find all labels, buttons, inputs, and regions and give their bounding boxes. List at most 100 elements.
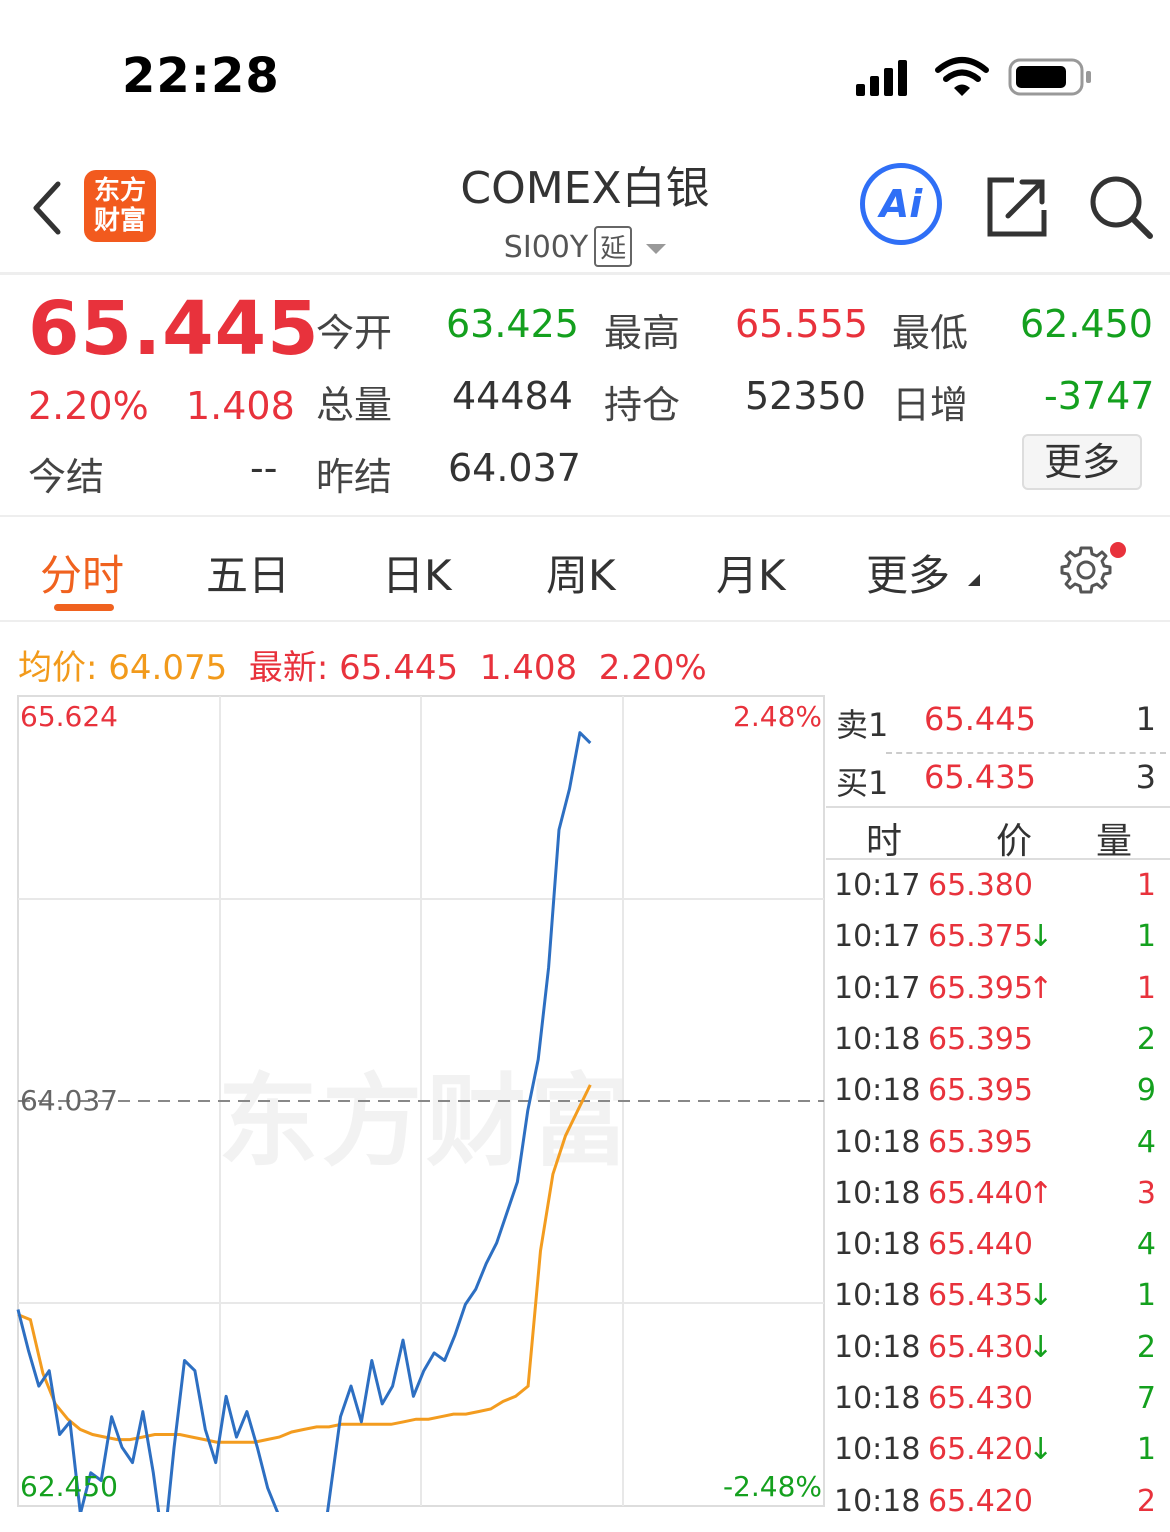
instrument-code-selector[interactable]: SI00Y 延 [440,226,730,267]
latest-label: 最新: [248,648,329,688]
back-icon[interactable] [28,178,68,238]
change-percent: 2.20% [28,384,149,428]
settle-value: -- [250,446,278,490]
bid-price: 65.435 [924,758,1036,796]
trade-price: 65.395 [928,970,1033,1006]
low-label: 最低 [892,311,969,355]
trade-qty: 1 [1136,868,1156,903]
delay-tag: 延 [594,226,633,267]
trade-time: 10:18 [834,1124,921,1160]
tab-daily-k[interactable]: 日K [382,542,452,603]
high-label: 最高 [604,311,681,355]
prev-settle-label: 昨结 [316,455,393,499]
high-value: 65.555 [735,302,868,346]
divider [826,858,1170,860]
divider [886,752,1166,754]
cellular-signal-icon [856,60,907,96]
trade-time: 10:18 [834,1329,921,1365]
trade-time: 10:18 [834,1432,921,1468]
trade-time: 10:18 [834,1073,921,1109]
tab-monthly-k[interactable]: 月K [716,542,786,603]
trade-time: 10:18 [834,1483,921,1519]
chart-summary: 均价: 64.075 最新: 65.445 1.408 2.20% [18,640,707,689]
trade-time: 10:18 [834,1175,921,1211]
bid-label: 买1 [836,764,889,802]
trades-header: 时 价 量 [826,812,1170,862]
trade-row: 10:17 65.395 ↑ 1 [826,971,1170,1019]
prev-settle-value: 64.037 [448,446,581,490]
y-label-mid: 64.037 [20,1084,118,1117]
trade-row: 10:18 65.430 ↓ 2 [826,1330,1170,1378]
trade-row: 10:18 65.440 ↑ 3 [826,1176,1170,1224]
pct-label-top: 2.48% [733,700,822,733]
daily-change-label: 日增 [892,383,969,427]
trade-qty: 2 [1136,1483,1156,1519]
open-interest-label: 持仓 [604,383,681,427]
ask-row: 卖1 65.445 1 [826,700,1170,756]
tab-more[interactable]: 更多 [866,542,950,603]
dropdown-triangle-icon [968,574,980,586]
more-quote-button[interactable]: 更多 [1022,434,1142,490]
y-label-top: 65.624 [20,700,118,733]
trade-time: 10:17 [834,868,921,903]
trade-row: 10:18 65.395 9 [826,1073,1170,1121]
trade-price: 65.380 [928,868,1033,903]
settings-gear-icon[interactable] [1060,544,1112,596]
status-time: 22:28 [122,48,280,104]
trade-qty: 4 [1136,1124,1156,1160]
trade-price: 65.440 [928,1175,1033,1211]
divider [0,620,1170,622]
latest-value: 65.445 [339,648,459,688]
trade-row: 10:17 65.375 ↓ 1 [826,919,1170,967]
chevron-down-icon [646,243,667,254]
trade-qty: 1 [1136,1432,1156,1468]
trade-row: 10:18 65.395 2 [826,1022,1170,1070]
arrow-down-icon: ↓ [1028,1329,1054,1365]
y-label-bottom: 62.450 [20,1470,118,1503]
volume-value: 44484 [452,374,573,418]
last-price: 65.445 [28,286,320,372]
trade-time: 10:18 [834,1227,921,1263]
trade-qty: 1 [1136,919,1156,955]
avg-label: 均价: [18,648,98,688]
trade-row: 10:18 65.440 4 [826,1227,1170,1275]
trade-qty: 1 [1136,970,1156,1006]
trade-qty: 2 [1136,1021,1156,1057]
settle-label: 今结 [28,455,105,499]
share-icon[interactable] [986,176,1050,238]
divider [826,806,1170,808]
trade-qty: 2 [1136,1329,1156,1365]
instrument-code: SI00Y [503,230,589,265]
tab-five-day[interactable]: 五日 [206,542,290,603]
arrow-up-icon: ↑ [1028,1175,1054,1211]
trade-row: 10:18 65.435 ↓ 1 [826,1278,1170,1326]
average-price-line [17,1084,592,1444]
trade-price: 65.430 [928,1329,1033,1365]
trades-header-price: 价 [996,821,1033,862]
intraday-chart[interactable]: 65.624 64.037 62.450 2.48% -2.48% [0,690,826,1512]
search-icon[interactable] [1088,174,1154,240]
ask-label: 卖1 [836,706,889,744]
ask-price: 65.445 [924,700,1036,738]
divider [0,272,1170,275]
trade-row: 10:18 65.420 ↓ 1 [826,1432,1170,1480]
trade-price: 65.420 [928,1483,1033,1519]
divider [0,515,1170,517]
trade-time: 10:18 [834,1278,921,1314]
app-logo: 东方 财富 [84,170,156,242]
trade-row: 10:18 65.395 4 [826,1125,1170,1173]
open-label: 今开 [316,311,393,355]
ai-assistant-button[interactable]: Ai [860,163,942,245]
trade-price: 65.435 [928,1278,1033,1314]
trade-time: 10:18 [834,1021,921,1057]
tab-weekly-k[interactable]: 周K [546,542,616,603]
bid-qty: 3 [1135,758,1156,796]
change-value: 1.408 [186,384,295,428]
arrow-down-icon: ↓ [1028,1432,1054,1468]
trade-row: 10:18 65.420 2 [826,1484,1170,1532]
tab-intraday[interactable]: 分时 [40,542,124,603]
price-line [16,731,592,1512]
wifi-icon [935,57,989,96]
avg-value: 64.075 [108,648,228,688]
trade-qty: 9 [1136,1073,1156,1109]
